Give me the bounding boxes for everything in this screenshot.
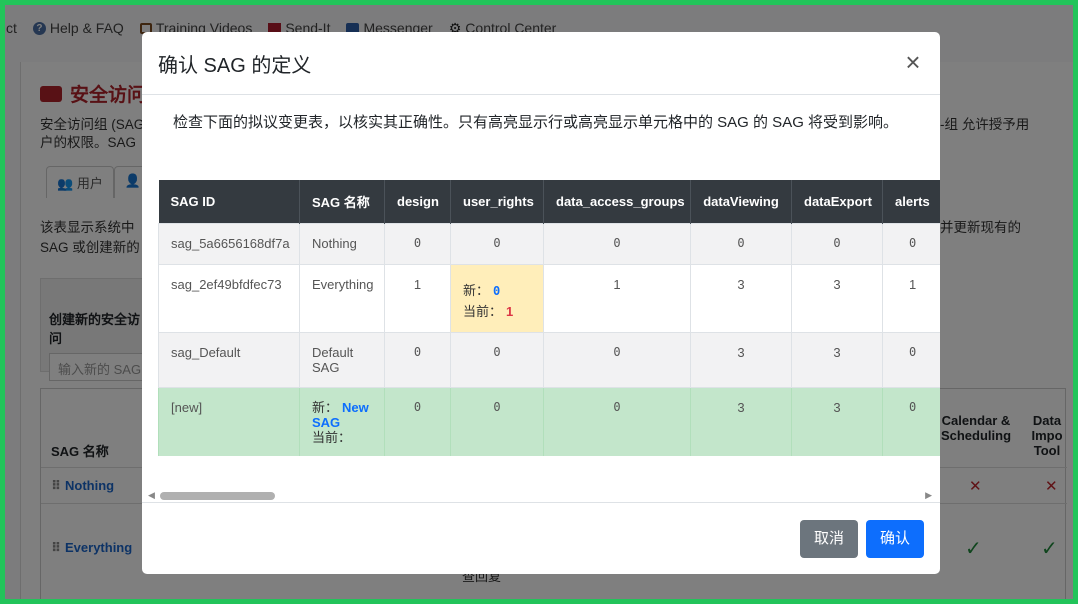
cell-data-viewing: 3 [690,386,792,456]
cell-data-access-groups: 0 [543,331,691,388]
column-header: dataViewing [690,180,792,223]
column-header: user_rights [450,180,544,223]
cell-alerts: 1 [882,263,940,333]
cell-data-export: 3 [791,331,883,388]
cell-user-rights-changed: 新： 0 当前： 1 [450,263,544,333]
cell-data-export: 0 [791,222,883,265]
current-value-label: 当前： [312,429,352,445]
cell-data-access-groups: 1 [543,263,691,333]
cell-data-access-groups: 0 [543,386,691,456]
current-value-label: 当前： [463,303,503,319]
table-row: sag_2ef49bfdfec73 Everything 1 新： 0 当前： 1 … [158,263,940,333]
scroll-right-arrow-icon[interactable]: ▶ [925,490,932,501]
cell-sag-id: [new] [158,386,300,456]
cell-sag-name: Default SAG [299,331,385,388]
cell-data-export: 3 [791,386,883,456]
cell-data-access-groups: 0 [543,222,691,265]
column-header: dataExport [791,180,883,223]
new-value-label: 新： [312,399,339,415]
table-row: sag_5a6656168df7a Nothing 0 0 0 0 0 0 [158,222,940,265]
new-value: 0 [493,283,501,298]
cell-sag-name-changed: 新： New SAG 当前： [299,386,385,456]
changes-table-wrapper[interactable]: SAG ID SAG 名称 design user_rights data_ac… [158,180,940,456]
modal-footer: 取消 确认 [142,502,940,574]
cell-design: 1 [384,263,451,333]
table-row: sag_Default Default SAG 0 0 0 3 3 0 [158,331,940,388]
cell-data-viewing: 3 [690,263,792,333]
column-header: data_access_groups [543,180,691,223]
cell-alerts: 0 [882,331,940,388]
column-header: alerts [882,180,940,223]
cell-data-export: 3 [791,263,883,333]
cell-design: 0 [384,331,451,388]
column-header: SAG 名称 [299,180,385,223]
cell-data-viewing: 0 [690,222,792,265]
cell-data-viewing: 3 [690,331,792,388]
horizontal-scrollbar[interactable]: ◀ ▶ [146,488,936,502]
changes-table: SAG ID SAG 名称 design user_rights data_ac… [158,180,940,456]
cell-user-rights: 0 [450,222,544,265]
cell-sag-name: Nothing [299,222,385,265]
cell-sag-id: sag_2ef49bfdfec73 [158,263,300,333]
cell-design: 0 [384,222,451,265]
new-value-label: 新： [463,282,490,298]
cell-sag-name: Everything [299,263,385,333]
modal-title: 确认 SAG 的定义 [158,55,312,77]
modal-intro-text: 检查下面的拟议变更表，以核实其正确性。只有高亮显示行或高亮显示单元格中的 SAG… [173,114,899,131]
table-row-new: [new] 新： New SAG 当前： 0 0 0 3 3 0 [158,386,940,456]
current-value: 1 [506,303,514,319]
cell-alerts: 0 [882,386,940,456]
cell-user-rights: 0 [450,386,544,456]
cell-design: 0 [384,386,451,456]
close-icon[interactable]: × [902,49,924,75]
column-header: design [384,180,451,223]
confirm-button[interactable]: 确认 [866,520,924,558]
scrollbar-thumb[interactable] [160,492,275,500]
cell-user-rights: 0 [450,331,544,388]
cell-sag-id: sag_Default [158,331,300,388]
table-header-row: SAG ID SAG 名称 design user_rights data_ac… [158,180,940,223]
modal-header: 确认 SAG 的定义 × [142,32,940,95]
confirm-sag-modal: 确认 SAG 的定义 × 检查下面的拟议变更表，以核实其正确性。只有高亮显示行或… [142,32,940,574]
cancel-button[interactable]: 取消 [800,520,858,558]
scroll-left-arrow-icon[interactable]: ◀ [148,490,155,501]
cell-sag-id: sag_5a6656168df7a [158,222,300,265]
column-header: SAG ID [158,180,300,223]
cell-alerts: 0 [882,222,940,265]
